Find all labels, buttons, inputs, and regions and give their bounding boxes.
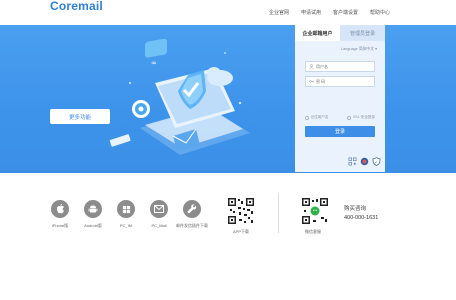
nav-link-official-site[interactable]: 企业官网 xyxy=(269,9,289,16)
mail-icon xyxy=(150,200,168,218)
app-pc-im[interactable]: PC_IM xyxy=(116,200,136,229)
wechat-service-label: 微信客服 xyxy=(305,229,321,234)
svg-text:∞: ∞ xyxy=(151,59,157,67)
app-download-label: APP下载 xyxy=(233,229,250,234)
security-illustration: ∞ xyxy=(109,38,250,155)
language-selector[interactable]: Language 简体中文 ▾ xyxy=(341,46,377,52)
ssl-login-option[interactable]: SSL 安全登录 xyxy=(347,115,375,120)
app-iphone[interactable]: iPhone版 xyxy=(50,200,70,229)
app-pc-mail-label: PC_Mail xyxy=(151,223,167,228)
app-downloads: iPhone版 Android版 PC_IM PC_Mail 邮件发信插件下载 xyxy=(50,200,208,229)
remember-label: 记住用户名 xyxy=(310,115,329,119)
wrench-icon xyxy=(183,200,201,218)
login-button[interactable]: 登录 xyxy=(305,126,375,137)
badge-icon[interactable] xyxy=(360,157,369,166)
top-navigation: 企业官网 申请试用 客户端设置 帮助中心 xyxy=(269,9,390,16)
ssl-label: SSL 安全登录 xyxy=(352,115,375,119)
header: Coremail 企业官网 申请试用 客户端设置 帮助中心 xyxy=(0,0,456,25)
key-icon xyxy=(309,80,314,83)
windows-icon xyxy=(117,200,135,218)
username-input[interactable] xyxy=(316,64,371,69)
ssl-checkbox[interactable] xyxy=(347,115,352,120)
shield-small-icon[interactable]: ✓ xyxy=(372,157,381,166)
tab-enterprise-user[interactable]: 企业邮箱用户 xyxy=(295,25,340,41)
login-extra-icons: ✓ xyxy=(348,157,381,166)
login-options: 记住用户名 SSL 安全登录 xyxy=(305,115,375,120)
app-plugin[interactable]: 邮件发信插件下载 xyxy=(176,200,208,229)
coremail-logo[interactable]: Coremail xyxy=(50,0,103,13)
app-android-label: Android版 xyxy=(84,223,102,228)
qr-login-icon[interactable] xyxy=(348,157,357,166)
nav-link-trial[interactable]: 申请试用 xyxy=(301,9,321,16)
password-field[interactable] xyxy=(305,76,375,87)
app-iphone-label: iPhone版 xyxy=(51,223,69,228)
password-input[interactable] xyxy=(316,79,371,84)
remember-username-option[interactable]: 记住用户名 xyxy=(305,115,328,120)
nav-link-client-settings[interactable]: 客户端设置 xyxy=(333,9,358,16)
android-icon xyxy=(84,200,102,218)
user-icon xyxy=(309,64,314,69)
purchase-consult-title: 购买咨询 xyxy=(344,206,367,212)
login-panel: 企业邮箱用户 管理员登录 Language 简体中文 ▾ 记住用户名 SSL 安… xyxy=(295,25,385,172)
remember-checkbox[interactable] xyxy=(305,115,309,120)
login-tabs: 企业邮箱用户 管理员登录 xyxy=(295,25,385,41)
app-download-qr-code xyxy=(227,197,255,225)
app-plugin-label: 邮件发信插件下载 xyxy=(176,223,208,228)
username-field[interactable] xyxy=(305,61,375,72)
hero-banner: 更多功能 ∞ xyxy=(0,25,456,173)
app-android[interactable]: Android版 xyxy=(83,200,103,229)
svg-text:✓: ✓ xyxy=(375,160,378,164)
app-pc-mail[interactable]: PC_Mail xyxy=(149,200,169,229)
app-pc-im-label: PC_IM xyxy=(119,223,133,228)
apple-icon xyxy=(51,200,69,218)
contact-phone[interactable]: 400-000-1631 xyxy=(344,215,378,221)
nav-link-help-center[interactable]: 帮助中心 xyxy=(370,9,390,16)
footer-divider xyxy=(278,193,279,233)
wechat-qr-code xyxy=(301,197,329,225)
tab-admin-login[interactable]: 管理员登录 xyxy=(340,25,385,41)
